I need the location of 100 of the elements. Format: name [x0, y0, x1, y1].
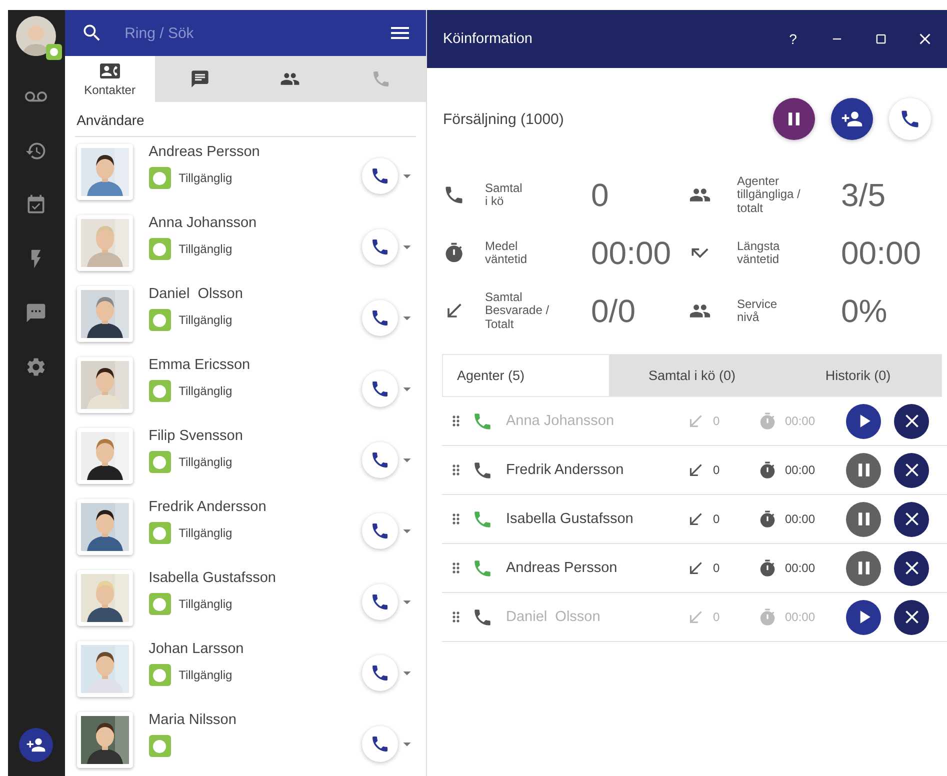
- contact-name: Andreas Persson: [148, 144, 261, 160]
- contact-name: Fredrik Andersson: [148, 499, 268, 515]
- phone-icon: [370, 734, 390, 754]
- tab[interactable]: Samtal i kö (0): [609, 355, 775, 396]
- search-bar[interactable]: Ring / Sök: [64, 10, 426, 56]
- call-button[interactable]: [362, 300, 398, 336]
- call-button[interactable]: [362, 655, 398, 691]
- wait-time: 00:00: [785, 512, 816, 526]
- stat-label: Agenter tillgängliga / totalt: [736, 173, 802, 217]
- wait-time: 00:00: [785, 463, 816, 477]
- phone-icon: [370, 450, 390, 470]
- answered-count: 0: [713, 610, 720, 624]
- remove-button[interactable]: [894, 452, 929, 488]
- add-contact-button[interactable]: [19, 728, 54, 762]
- phone-icon: [370, 663, 390, 683]
- status-text: Tillgänglig: [178, 313, 232, 327]
- stat-label: Samtal Besvarade / Totalt: [484, 289, 550, 333]
- status-text: Tillgänglig: [178, 171, 232, 185]
- stat-value: 0: [591, 176, 610, 214]
- call-button[interactable]: [362, 158, 398, 194]
- remove-button[interactable]: [894, 600, 929, 634]
- play-button[interactable]: [846, 600, 881, 634]
- pause-button[interactable]: [846, 502, 881, 536]
- contact-name: Maria Nilsson: [148, 712, 238, 728]
- agent-name: Daniel Olsson: [506, 609, 602, 625]
- remove-button[interactable]: [894, 404, 929, 438]
- queue-name: Försäljning (1000): [443, 110, 565, 128]
- call-button[interactable]: [362, 371, 398, 407]
- phone-icon: [370, 379, 390, 399]
- timer-icon: [758, 460, 777, 480]
- phone-icon: [443, 184, 465, 206]
- call-button[interactable]: [362, 229, 398, 265]
- status-text: Tillgänglig: [178, 384, 232, 398]
- search-input[interactable]: Ring / Sök: [122, 15, 376, 52]
- answered-count: 0: [713, 512, 720, 526]
- phone-icon: [370, 521, 390, 541]
- status-text: Tillgänglig: [178, 597, 232, 611]
- agent-name: Isabella Gustafsson: [506, 511, 634, 527]
- call-button[interactable]: [362, 513, 398, 549]
- remove-button[interactable]: [894, 502, 929, 536]
- contact-name: Isabella Gustafsson: [148, 570, 277, 586]
- agent-name: Anna Johansson: [506, 413, 616, 429]
- pause-button[interactable]: [773, 98, 815, 140]
- call-button[interactable]: [362, 584, 398, 620]
- agent-name: Fredrik Andersson: [506, 462, 625, 478]
- wait-time: 00:00: [785, 561, 816, 575]
- contact-name: Anna Johansson: [148, 215, 258, 231]
- contact-name: Filip Svensson: [148, 428, 244, 444]
- message-icon[interactable]: [25, 302, 48, 324]
- agent-name: Andreas Persson: [506, 560, 618, 576]
- status-text: Tillgänglig: [178, 242, 232, 256]
- status-text: Tillgänglig: [178, 526, 232, 540]
- maximize-icon: [874, 32, 888, 46]
- wait-time: 00:00: [785, 414, 816, 428]
- help-button[interactable]: ?: [771, 10, 815, 68]
- contact-card-icon: [100, 61, 120, 82]
- pause-button[interactable]: [846, 452, 881, 488]
- history-icon[interactable]: [25, 140, 48, 162]
- stat-label: Samtal i kö: [484, 180, 524, 210]
- phone-icon: [370, 166, 390, 186]
- stat-value: 0%: [841, 292, 888, 330]
- status-text: Tillgänglig: [178, 668, 232, 682]
- contact-name: Emma Ericsson: [148, 357, 252, 373]
- stat-label: Medel väntetid: [484, 238, 528, 268]
- tab[interactable]: Kontakter: [64, 56, 155, 102]
- user-avatar[interactable]: [16, 16, 56, 56]
- stat-value: 00:00: [591, 234, 672, 272]
- answered-count: 0: [713, 561, 720, 575]
- stat-value: 0/0: [591, 292, 636, 330]
- contact-name: Johan Larsson: [148, 641, 245, 657]
- stat-value: 00:00: [841, 234, 922, 272]
- phone-icon: [370, 237, 390, 257]
- phone-icon: [370, 308, 390, 328]
- calendar-icon[interactable]: [25, 194, 48, 216]
- call-button[interactable]: [362, 726, 398, 762]
- phone-icon: [899, 108, 921, 130]
- answered-count: 0: [713, 414, 720, 428]
- wait-time: 00:00: [785, 610, 816, 624]
- tab[interactable]: Historik (0): [775, 355, 941, 396]
- status-badge: [46, 44, 62, 60]
- pause-button[interactable]: [846, 550, 881, 586]
- status-text: Tillgänglig: [178, 455, 232, 469]
- timer-icon: [758, 412, 777, 430]
- call-button[interactable]: [362, 442, 398, 478]
- window-title: Köinformation: [443, 31, 534, 47]
- chat-icon: [190, 69, 210, 90]
- timer-icon: [758, 510, 777, 528]
- stat-value: 3/5: [841, 176, 886, 214]
- call-button[interactable]: [889, 98, 931, 140]
- timer-icon: [443, 242, 465, 264]
- answered-count: 0: [713, 463, 720, 477]
- settings-icon[interactable]: [25, 356, 48, 378]
- stat-label: Längsta väntetid: [736, 238, 781, 268]
- phone-icon: [370, 69, 391, 90]
- timer-icon: [758, 558, 777, 578]
- tab[interactable]: Agenter (5): [443, 355, 609, 396]
- timer-icon: [758, 608, 777, 626]
- remove-button[interactable]: [894, 550, 929, 586]
- play-button[interactable]: [846, 404, 881, 438]
- add-agent-button[interactable]: [831, 98, 873, 140]
